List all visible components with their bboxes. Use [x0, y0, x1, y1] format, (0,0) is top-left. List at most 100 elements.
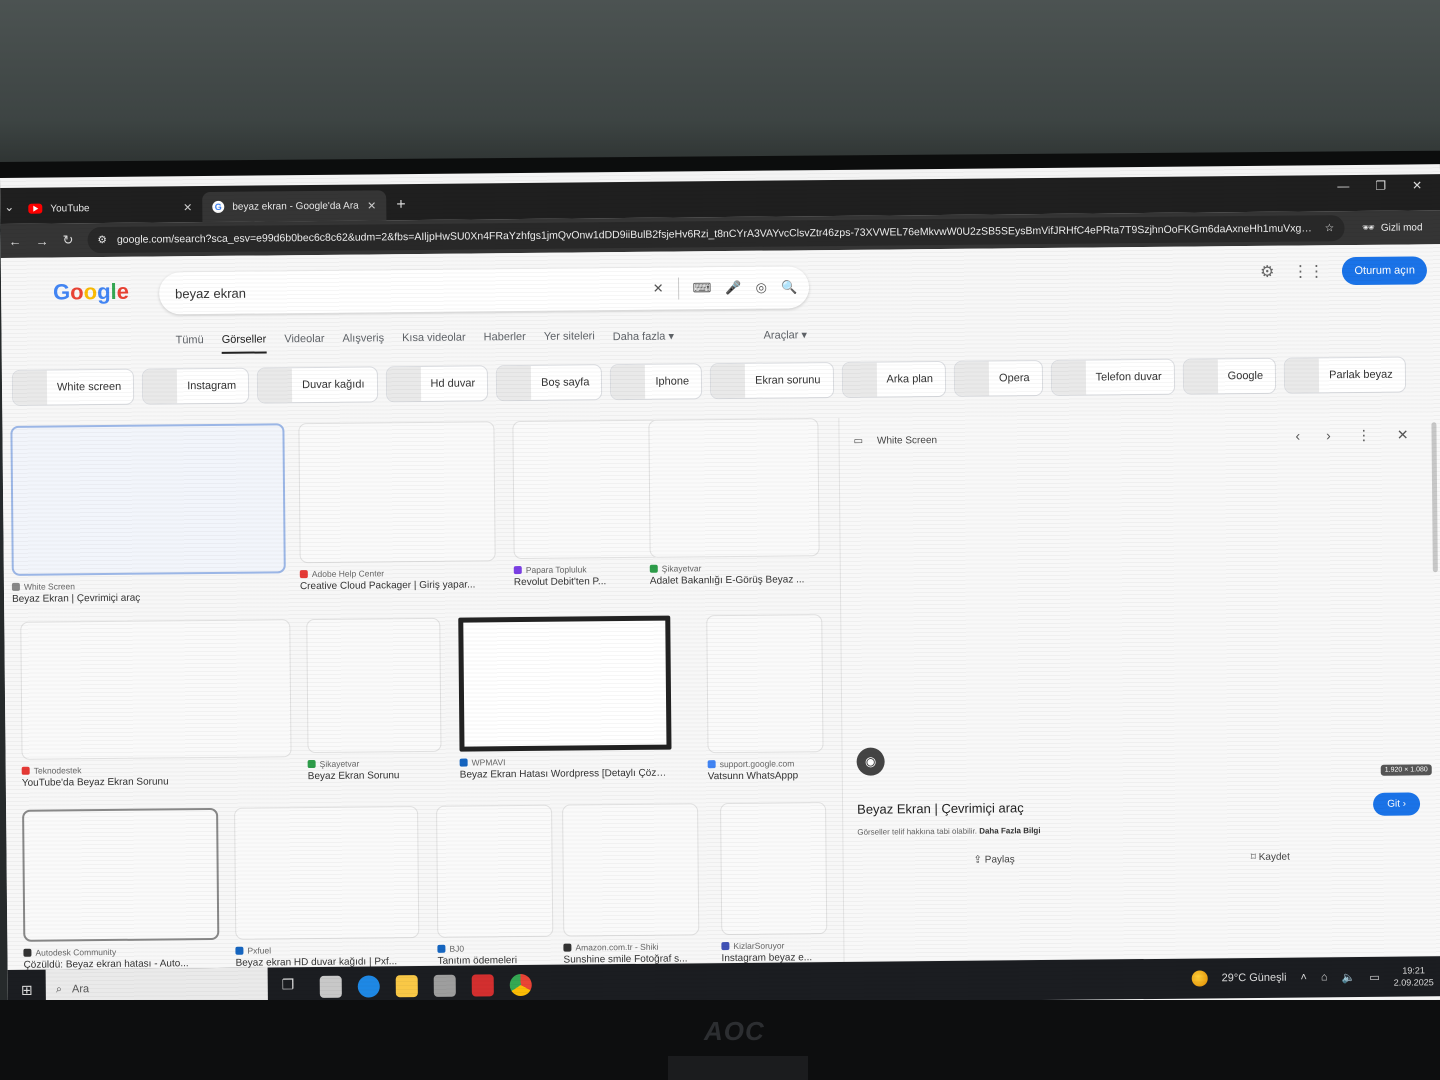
image-result[interactable]: Şikayetvar Beyaz Ekran Sorunu: [306, 617, 442, 782]
tools-button[interactable]: Araçlar ▾: [763, 328, 807, 341]
minimize-icon[interactable]: —: [1337, 179, 1349, 193]
chip[interactable]: Iphone: [610, 363, 703, 401]
image-result[interactable]: WPMAVI Beyaz Ekran Hatası Wordpress [Det…: [458, 615, 672, 781]
image-result[interactable]: BJ0 Tanıtım ödemeleri: [436, 804, 554, 967]
image-result[interactable]: Papara Topluluk Revolut Debit'ten P...: [512, 419, 662, 588]
network-icon[interactable]: ⌂: [1321, 971, 1328, 983]
image-result[interactable]: KizlarSoruyor Instagram beyaz e...: [720, 802, 828, 964]
chip[interactable]: Parlak beyaz: [1283, 356, 1406, 394]
result-title[interactable]: Beyaz Ekran | Çevrimiçi araç: [12, 591, 286, 605]
image-result[interactable]: support.google.com Vatsunn WhatsAppp: [706, 614, 824, 782]
app-icon[interactable]: [433, 974, 456, 997]
result-title[interactable]: Revolut Debit'ten P...: [514, 576, 662, 588]
chrome-icon[interactable]: [509, 973, 532, 997]
apps-grid-icon[interactable]: ⋮⋮: [1292, 261, 1324, 281]
task-view-icon[interactable]: ❐: [282, 976, 304, 998]
more-vert-icon[interactable]: ⋮: [1357, 427, 1371, 444]
camera-search-icon[interactable]: ◎: [755, 280, 766, 296]
chip[interactable]: Duvar kağıdı: [256, 366, 378, 404]
keyboard-icon[interactable]: ⌨: [693, 280, 712, 296]
image-result[interactable]: Pxfuel Beyaz ekran HD duvar kağıdı | Pxf…: [234, 806, 420, 969]
weather-text[interactable]: 29°C Güneşli: [1221, 972, 1286, 985]
adobe-icon[interactable]: [471, 974, 494, 997]
preview-title[interactable]: Beyaz Ekran | Çevrimiçi araç: [857, 800, 1024, 817]
volume-icon[interactable]: 🔈: [1342, 971, 1356, 984]
tab-all[interactable]: Tümü: [176, 334, 204, 354]
result-title[interactable]: Beyaz Ekran Hatası Wordpress [Detaylı Çö…: [460, 768, 672, 781]
forward-icon[interactable]: →: [36, 233, 49, 248]
close-window-icon[interactable]: ✕: [1412, 178, 1422, 192]
site-info-icon[interactable]: ⚙: [97, 234, 107, 246]
tab-short-videos[interactable]: Kısa videolar: [402, 332, 466, 353]
microphone-icon[interactable]: 🎤: [725, 280, 741, 296]
chip[interactable]: Boş sayfa: [495, 364, 603, 402]
back-icon[interactable]: ←: [9, 233, 22, 248]
chevron-up-icon[interactable]: ˄: [1300, 971, 1307, 983]
share-icon: ⇪: [973, 854, 983, 866]
result-title[interactable]: Beyaz Ekran Sorunu: [308, 770, 442, 782]
chip[interactable]: White screen: [11, 368, 135, 406]
tab-videos[interactable]: Videolar: [284, 333, 324, 353]
google-logo[interactable]: Google: [53, 279, 129, 306]
chip[interactable]: Google: [1182, 357, 1277, 395]
tab-shopping[interactable]: Alışveriş: [342, 332, 384, 352]
favicon: [721, 942, 730, 951]
store-icon[interactable]: [319, 975, 342, 998]
gear-icon[interactable]: ⚙: [1260, 262, 1275, 282]
windows-start-icon[interactable]: ⊞: [8, 981, 46, 998]
chip[interactable]: Opera: [953, 360, 1043, 397]
chip[interactable]: Hd duvar: [385, 365, 489, 403]
result-title[interactable]: Creative Cloud Packager | Giriş yapar...: [300, 579, 496, 592]
close-tab-icon[interactable]: ✕: [183, 201, 192, 214]
share-button[interactable]: ⇪ Paylaş: [974, 854, 1015, 865]
chip[interactable]: Arka plan: [841, 360, 947, 398]
restore-icon[interactable]: ❐: [1375, 179, 1386, 193]
tab-more[interactable]: Daha fazla ▾: [613, 330, 674, 351]
panel-scrollbar[interactable]: [1431, 422, 1438, 573]
chevron-right-icon[interactable]: ›: [1326, 427, 1331, 444]
image-result[interactable]: Teknodestek YouTube'da Beyaz Ekran Sorun…: [20, 619, 292, 789]
tab-search-icon[interactable]: ⌄: [0, 194, 18, 220]
result-title[interactable]: YouTube'da Beyaz Ekran Sorunu: [22, 775, 292, 788]
url-text: google.com/search?sca_esv=e99d6b0bec6c8c…: [116, 222, 1315, 246]
bookmark-star-icon[interactable]: ☆: [1325, 222, 1335, 234]
image-result[interactable]: Adobe Help Center Creative Cloud Package…: [298, 421, 496, 592]
image-result[interactable]: White Screen Beyaz Ekran | Çevrimiçi ara…: [10, 423, 286, 605]
lens-icon[interactable]: ◉: [856, 747, 885, 776]
image-result[interactable]: Autodesk Community Çözüldü: Beyaz ekran …: [22, 807, 220, 971]
tab-images[interactable]: Görseller: [221, 333, 267, 354]
chip[interactable]: Telefon duvar: [1050, 358, 1175, 396]
close-tab-icon[interactable]: ✕: [367, 199, 376, 212]
tab-google-search[interactable]: G beyaz ekran - Google'da Ara ✕: [202, 190, 387, 223]
chip-label: White screen: [56, 380, 122, 394]
result-title[interactable]: Adalet Bakanlığı E-Görüş Beyaz ...: [650, 574, 820, 586]
chip[interactable]: Instagram: [142, 367, 250, 405]
reload-icon[interactable]: ↻: [63, 232, 74, 248]
close-icon[interactable]: ✕: [1397, 426, 1409, 443]
clear-icon[interactable]: ✕: [653, 281, 664, 297]
new-tab-icon[interactable]: +: [396, 196, 406, 214]
clock[interactable]: 19:21 2.09.2025: [1394, 964, 1434, 988]
tab-label: YouTube: [50, 202, 90, 215]
tab-news[interactable]: Haberler: [484, 331, 526, 351]
sign-in-button[interactable]: Oturum açın: [1342, 256, 1428, 286]
learn-more-link[interactable]: Daha Fazla Bilgi: [979, 826, 1040, 836]
search-icon[interactable]: 🔍: [781, 279, 797, 295]
image-result[interactable]: Amazon.com.tr - Shiki Sunshine smile Fot…: [562, 803, 700, 966]
preview-source-label[interactable]: White Screen: [877, 435, 937, 447]
tab-youtube[interactable]: YouTube ✕: [18, 192, 202, 224]
image-result[interactable]: Şikayetvar Adalet Bakanlığı E-Görüş Beya…: [648, 418, 820, 587]
file-explorer-icon[interactable]: [395, 975, 418, 998]
display-icon[interactable]: ▭: [1369, 970, 1380, 983]
chevron-left-icon[interactable]: ‹: [1295, 428, 1300, 445]
weather-icon[interactable]: [1191, 970, 1208, 987]
incognito-indicator[interactable]: 🕶 Gizli mod: [1358, 222, 1432, 234]
search-icon: ⌕: [55, 982, 63, 996]
visit-button[interactable]: Git ›: [1373, 792, 1421, 816]
save-button[interactable]: ⌑ Kaydet: [1251, 852, 1290, 863]
chip[interactable]: Ekran sorunu: [709, 362, 834, 400]
tab-web[interactable]: Yer siteleri: [544, 330, 595, 350]
result-title[interactable]: Vatsunn WhatsAppp: [708, 770, 824, 782]
edge-icon[interactable]: [357, 975, 380, 998]
search-input[interactable]: [175, 281, 639, 301]
